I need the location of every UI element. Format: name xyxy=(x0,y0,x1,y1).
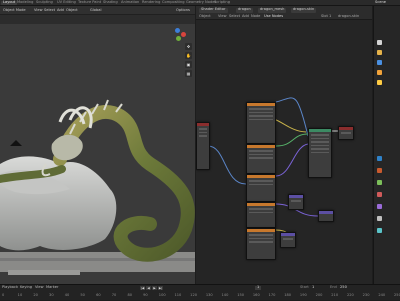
object-properties-icon[interactable] xyxy=(377,192,382,197)
mesh-object-icon xyxy=(377,70,382,75)
node-normal-map[interactable] xyxy=(288,194,304,210)
frame-tick-label: 110 xyxy=(174,293,182,297)
frame-tick-label: 10 xyxy=(17,293,23,297)
start-frame-label: Start xyxy=(300,285,309,289)
frame-tick-label: 70 xyxy=(111,293,117,297)
frame-tick-label: 220 xyxy=(346,293,354,297)
frame-tick-label: 120 xyxy=(190,293,198,297)
node-image-texture-4[interactable] xyxy=(246,202,276,228)
frame-tick-label: 90 xyxy=(143,293,148,297)
tab-uv-editing[interactable]: UV Editing xyxy=(57,0,76,5)
tab-texture-paint[interactable]: Texture Paint xyxy=(78,0,101,5)
node-material-output[interactable] xyxy=(338,126,354,140)
node-image-texture-1[interactable] xyxy=(246,102,276,144)
constraints-properties-icon[interactable] xyxy=(377,216,382,221)
play-reverse-icon[interactable]: ◀ xyxy=(146,286,151,290)
node-texture-coordinate[interactable] xyxy=(196,122,210,170)
node-image-texture-3[interactable] xyxy=(246,174,276,202)
frame-tick-label: 170 xyxy=(268,293,276,297)
node-image-texture-2[interactable] xyxy=(246,144,276,174)
timeline[interactable]: Playback Keying View Marker |◀ ◀ ▶ ▶| 1 … xyxy=(0,284,400,300)
frame-tick-label: 240 xyxy=(378,293,386,297)
frame-tick-label: 30 xyxy=(49,293,54,297)
tab-sculpting[interactable]: Sculpting xyxy=(36,0,53,5)
outliner-panel xyxy=(373,6,400,284)
tab-scripting[interactable]: Scripting xyxy=(214,0,230,5)
frame-tick-label: 160 xyxy=(252,293,260,297)
viewport-toolsettings xyxy=(0,15,195,24)
tab-animation[interactable]: Animation xyxy=(121,0,139,5)
dragon-sculpture-render xyxy=(0,99,195,275)
mode-selector[interactable]: Object Mode xyxy=(3,8,26,13)
frame-tick-label: 40 xyxy=(64,293,70,297)
world-properties-icon[interactable] xyxy=(377,180,382,185)
menu-view[interactable]: View xyxy=(34,8,43,13)
menu-keying[interactable]: Keying xyxy=(20,285,32,290)
viewport-header: Object Mode View Select Add Object Globa… xyxy=(0,6,195,15)
frame-tick-label: 140 xyxy=(221,293,229,297)
tab-shading[interactable]: Shading xyxy=(103,0,118,5)
frame-tick-label: 80 xyxy=(127,293,133,297)
end-frame-field[interactable]: 250 xyxy=(340,285,347,290)
frame-tick-label: 100 xyxy=(158,293,166,297)
tab-compositing[interactable]: Compositing xyxy=(162,0,185,5)
frame-tick-label: 150 xyxy=(237,293,245,297)
frame-tick-label: 250 xyxy=(394,293,400,297)
3d-viewport[interactable]: Object Mode View Select Add Object Globa… xyxy=(0,6,195,284)
collection-icon xyxy=(377,50,382,55)
frame-tick-label: 0 xyxy=(2,293,5,297)
frame-tick-label: 50 xyxy=(80,293,85,297)
frame-tick-label: 200 xyxy=(315,293,323,297)
frame-tick-label: 180 xyxy=(284,293,292,297)
jump-start-icon[interactable]: |◀ xyxy=(140,286,145,290)
scene-collection-icon xyxy=(377,40,382,45)
menu-object[interactable]: Object xyxy=(66,8,78,13)
tab-layout[interactable]: Layout xyxy=(1,0,18,5)
end-frame-label: End xyxy=(330,285,337,289)
tab-rendering[interactable]: Rendering xyxy=(142,0,160,5)
tab-geometry-nodes[interactable]: Geometry Nodes xyxy=(186,0,216,5)
menu-add[interactable]: Add xyxy=(57,8,64,13)
node-principled-bsdf[interactable] xyxy=(308,128,332,178)
options-dropdown[interactable]: Options xyxy=(176,8,190,13)
node-image-texture-5[interactable] xyxy=(246,228,276,260)
camera-object-icon xyxy=(377,60,382,65)
scene-selector[interactable]: Scene xyxy=(375,0,386,5)
render-properties-icon[interactable] xyxy=(377,156,382,161)
frame-tick-label: 210 xyxy=(331,293,339,297)
shader-node-editor[interactable]: Shader Editor dragon dragon_mesh dragon-… xyxy=(196,6,372,284)
material-properties-icon[interactable] xyxy=(377,228,382,233)
node-displacement[interactable] xyxy=(318,210,334,222)
tab-modeling[interactable]: Modeling xyxy=(17,0,33,5)
frame-tick-label: 230 xyxy=(362,293,370,297)
frame-tick-label: 60 xyxy=(96,293,101,297)
jump-end-icon[interactable]: ▶| xyxy=(158,286,163,290)
output-properties-icon[interactable] xyxy=(377,168,382,173)
current-frame-field[interactable]: 1 xyxy=(255,285,262,290)
start-frame-field[interactable]: 1 xyxy=(312,285,314,290)
menu-marker[interactable]: Marker xyxy=(46,285,58,290)
menu-view-timeline[interactable]: View xyxy=(35,285,44,290)
modifier-properties-icon[interactable] xyxy=(377,204,382,209)
light-object-icon xyxy=(377,80,382,85)
play-icon[interactable]: ▶ xyxy=(152,286,157,290)
frame-tick-label: 130 xyxy=(205,293,213,297)
menu-playback[interactable]: Playback xyxy=(2,285,18,290)
frame-tick-label: 190 xyxy=(299,293,307,297)
frame-tick-label: 20 xyxy=(33,293,38,297)
node-bump[interactable] xyxy=(280,232,296,248)
transform-orientation[interactable]: Global xyxy=(90,8,101,13)
menu-select[interactable]: Select xyxy=(44,8,55,13)
